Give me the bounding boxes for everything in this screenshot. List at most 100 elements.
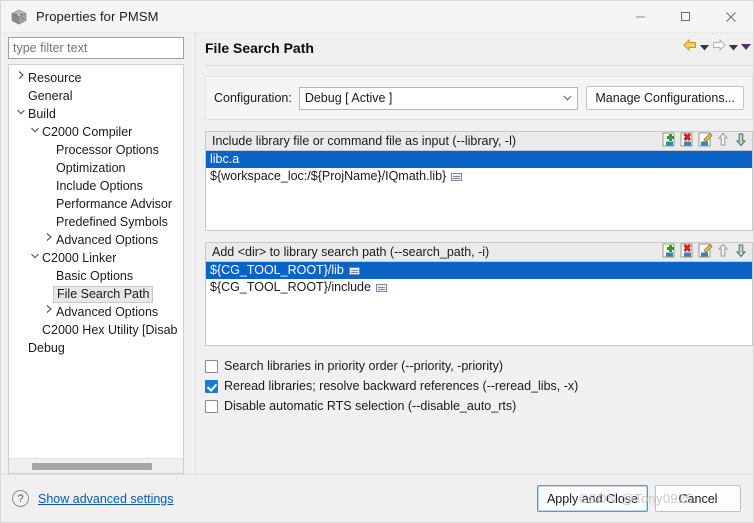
- linker-options-checkboxes: Search libraries in priority order (--pr…: [205, 356, 753, 416]
- scrollbar-thumb[interactable]: [32, 463, 152, 470]
- chevron-down-icon[interactable]: [28, 123, 42, 141]
- settings-tree[interactable]: Resource General Build C2000 Compiler Proces…: [8, 64, 184, 474]
- chevron-right-icon[interactable]: [42, 303, 56, 321]
- tree-item-c2000-compiler[interactable]: C2000 Compiler: [9, 123, 183, 141]
- list-item[interactable]: ${CG_TOOL_ROOT}/include: [206, 279, 752, 296]
- add-icon[interactable]: [662, 243, 677, 261]
- checkbox-checked[interactable]: [205, 379, 218, 393]
- checkbox-label: Search libraries in priority order (--pr…: [224, 359, 503, 373]
- forward-arrow-icon[interactable]: [712, 38, 726, 54]
- cancel-button[interactable]: Cancel: [655, 485, 741, 512]
- dialog-body: Resource General Build C2000 Compiler Proces…: [1, 33, 753, 474]
- tree-item-label: Optimization: [56, 161, 126, 175]
- edit-icon[interactable]: [698, 132, 713, 150]
- option-lists: Include library file or command file as …: [205, 120, 753, 346]
- option-list-group: Include library file or command file as …: [205, 131, 753, 231]
- list-item[interactable]: ${CG_TOOL_ROOT}/lib: [206, 262, 752, 279]
- chevron-right-icon[interactable]: [14, 69, 28, 87]
- back-arrow-icon[interactable]: [683, 38, 697, 54]
- navigation-column: Resource General Build C2000 Compiler Proces…: [1, 33, 191, 474]
- overflow-dropdown-icon[interactable]: [741, 40, 751, 54]
- move-down-icon[interactable]: [734, 132, 749, 150]
- chevron-down-icon[interactable]: [28, 249, 42, 267]
- tree-item-debug[interactable]: Debug: [9, 339, 183, 357]
- checkbox-label: Reread libraries; resolve backward refer…: [224, 379, 579, 393]
- tree-item-advanced-options[interactable]: Advanced Options: [9, 231, 183, 249]
- checkbox-row[interactable]: Reread libraries; resolve backward refer…: [205, 376, 753, 396]
- footer-buttons: Apply and Close Cancel: [536, 485, 741, 512]
- tree-item-label: C2000 Compiler: [42, 125, 133, 139]
- tree-horizontal-scrollbar[interactable]: [9, 458, 183, 473]
- back-dropdown-icon[interactable]: [700, 40, 709, 54]
- page-nav-icons: [683, 38, 753, 54]
- configuration-value: Debug [ Active ]: [304, 91, 393, 105]
- option-list-title: Add <dir> to library search path (--sear…: [212, 245, 490, 259]
- tree-item-file-search-path[interactable]: File Search Path: [9, 285, 183, 303]
- page-title: File Search Path: [205, 40, 314, 56]
- cube-icon: [11, 9, 27, 25]
- variable-badge-icon: [375, 283, 387, 292]
- tree-item-label: Basic Options: [56, 269, 134, 283]
- apply-and-close-button[interactable]: Apply and Close: [536, 485, 648, 512]
- tree-item-basic-options[interactable]: Basic Options: [9, 267, 183, 285]
- chevron-down-icon: [563, 93, 572, 103]
- list-item[interactable]: libc.a: [206, 151, 752, 168]
- tree-item-c2000-hex-utility-disab[interactable]: C2000 Hex Utility [Disab: [9, 321, 183, 339]
- manage-configurations-button[interactable]: Manage Configurations...: [586, 86, 744, 110]
- configuration-bar: Configuration: Debug [ Active ] Manage C…: [205, 76, 753, 120]
- option-list-header: Include library file or command file as …: [205, 131, 753, 150]
- move-up-icon[interactable]: [716, 243, 731, 261]
- checkbox-row[interactable]: Disable automatic RTS selection (--disab…: [205, 396, 753, 416]
- chevron-down-icon[interactable]: [14, 105, 28, 123]
- delete-icon[interactable]: [680, 132, 695, 150]
- settings-pane: File Search Path Configuration: Debug […: [195, 33, 753, 474]
- delete-icon[interactable]: [680, 243, 695, 261]
- minimize-button[interactable]: [618, 1, 663, 33]
- tree-item-label: Predefined Symbols: [56, 215, 168, 229]
- show-advanced-settings-link[interactable]: Show advanced settings: [38, 492, 174, 506]
- list-item-label: ${CG_TOOL_ROOT}/lib: [210, 263, 344, 277]
- dialog-footer: ? Show advanced settings Apply and Close…: [1, 475, 753, 522]
- tree-item-label: File Search Path: [53, 285, 154, 303]
- option-list-box[interactable]: libc.a ${workspace_loc:/${ProjName}/IQmat…: [205, 150, 753, 231]
- option-list-box[interactable]: ${CG_TOOL_ROOT}/lib ${CG_TOOL_ROOT}/inclu…: [205, 261, 753, 346]
- forward-dropdown-icon[interactable]: [729, 40, 738, 54]
- configuration-select[interactable]: Debug [ Active ]: [298, 86, 579, 110]
- tree-item-c2000-linker[interactable]: C2000 Linker: [9, 249, 183, 267]
- chevron-right-icon[interactable]: [42, 231, 56, 249]
- tree-item-label: C2000 Hex Utility [Disab: [42, 323, 178, 337]
- list-item[interactable]: ${workspace_loc:/${ProjName}/IQmath.lib}: [206, 168, 752, 185]
- filter-input[interactable]: [8, 37, 184, 59]
- tree-container: Resource General Build C2000 Compiler Proces…: [9, 65, 183, 357]
- tree-item-include-options[interactable]: Include Options: [9, 177, 183, 195]
- tree-item-label: Include Options: [56, 179, 143, 193]
- tree-item-predefined-symbols[interactable]: Predefined Symbols: [9, 213, 183, 231]
- move-up-icon[interactable]: [716, 132, 731, 150]
- checkbox-row[interactable]: Search libraries in priority order (--pr…: [205, 356, 753, 376]
- tree-item-performance-advisor[interactable]: Performance Advisor: [9, 195, 183, 213]
- checkbox-unchecked[interactable]: [205, 359, 218, 373]
- maximize-button[interactable]: [663, 1, 708, 33]
- tree-item-build[interactable]: Build: [9, 105, 183, 123]
- tree-item-resource[interactable]: Resource: [9, 69, 183, 87]
- move-down-icon[interactable]: [734, 243, 749, 261]
- tree-item-label: Processor Options: [56, 143, 159, 157]
- checkbox-unchecked[interactable]: [205, 399, 218, 413]
- tree-item-advanced-options[interactable]: Advanced Options: [9, 303, 183, 321]
- tree-item-label: Advanced Options: [56, 233, 159, 247]
- tree-item-label: Resource: [28, 71, 82, 85]
- variable-badge-icon: [348, 266, 360, 275]
- page-header: File Search Path: [205, 38, 753, 56]
- edit-icon[interactable]: [698, 243, 713, 261]
- add-icon[interactable]: [662, 132, 677, 150]
- close-button[interactable]: [708, 1, 753, 33]
- tree-item-general[interactable]: General: [9, 87, 183, 105]
- title-divider: [205, 65, 753, 66]
- title-bar: Properties for PMSM: [1, 1, 753, 33]
- tree-item-label: Performance Advisor: [56, 197, 173, 211]
- tree-item-processor-options[interactable]: Processor Options: [9, 141, 183, 159]
- tree-item-optimization[interactable]: Optimization: [9, 159, 183, 177]
- properties-dialog: Properties for PMSM Resource General Build…: [0, 0, 754, 523]
- list-item-label: ${workspace_loc:/${ProjName}/IQmath.lib}: [210, 169, 447, 183]
- question-mark-icon[interactable]: ?: [12, 490, 29, 507]
